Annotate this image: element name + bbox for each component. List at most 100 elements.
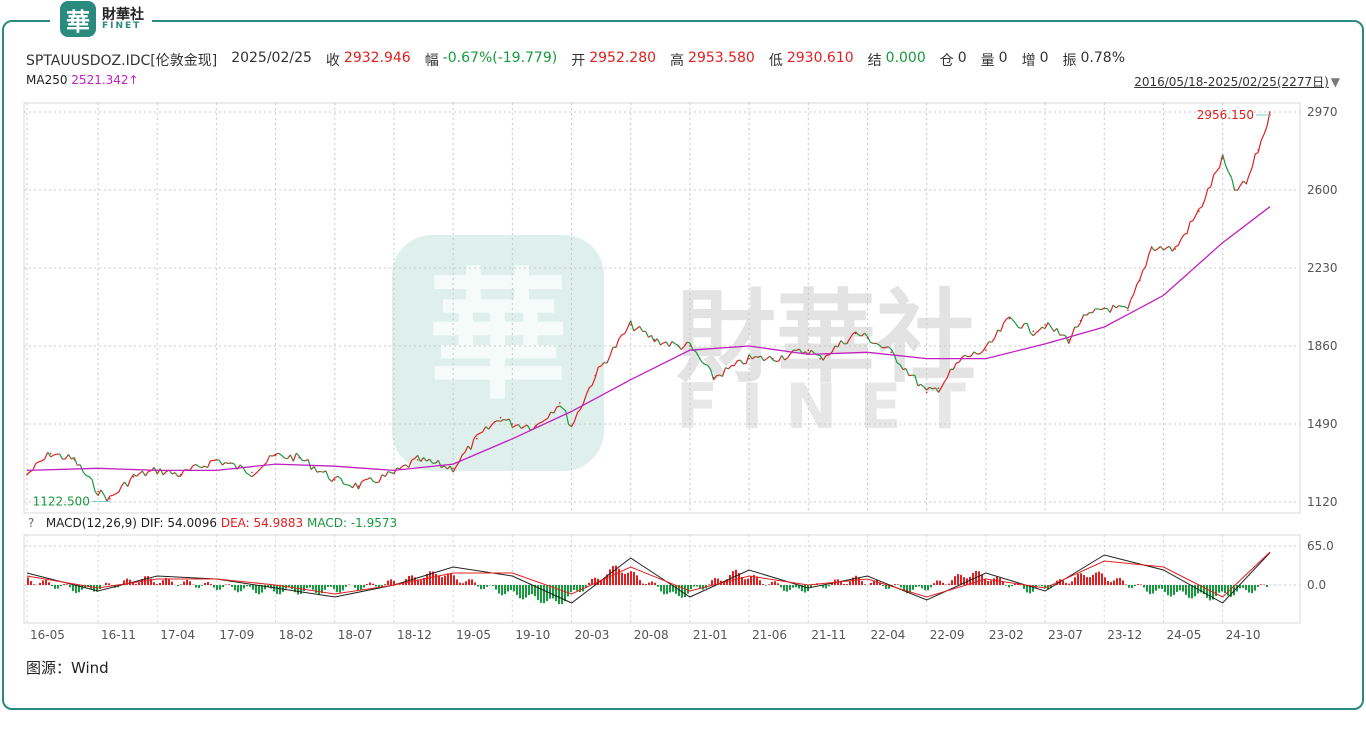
price-segment [38,460,42,463]
macd-panel [26,551,1271,605]
price-segment [225,461,229,465]
price-segment [1133,284,1138,295]
price-segment [144,471,149,477]
price-segment [218,460,223,466]
price-segment [1127,299,1132,309]
price-segment [618,334,623,340]
price-segment [1056,328,1061,336]
macd-y-tick-label: 65.0 [1307,539,1334,553]
price-segment [53,453,57,456]
price-segment [1047,322,1052,328]
price-segment [387,471,392,474]
price-segment [817,354,821,357]
macd-dea-line [26,551,1271,598]
price-segment [1020,323,1025,329]
x-tick-label: 24-10 [1226,628,1261,642]
price-segment [402,464,407,467]
price-segment [716,374,720,377]
x-tick-label: 20-08 [634,628,669,642]
price-point [97,490,99,493]
price-segment [621,333,626,336]
price-segment [278,452,282,456]
brand-logo: 華 財華社 FINET [50,0,152,38]
price-segment [1210,174,1215,187]
price-segment [206,460,212,468]
price-point [1079,319,1082,322]
price-segment [340,478,345,485]
ma250-line [26,206,1271,472]
price-segment [1115,305,1120,309]
x-tick-label: 24-05 [1166,628,1201,642]
price-segment [1239,180,1244,186]
price-point [511,423,514,425]
price-segment [1139,270,1144,281]
price-segment [885,346,889,349]
price-segment [665,341,670,347]
price-segment [112,493,117,496]
price-segment [248,474,253,478]
help-icon[interactable]: ? [28,516,42,530]
price-point [1008,317,1011,320]
price-point [333,479,336,481]
price-series [26,111,1271,502]
price-segment [1248,167,1253,175]
price-segment [59,453,64,460]
brand-name-cn: 財華社 [102,6,144,23]
price-point [712,376,715,379]
price-segment [257,467,262,472]
y-tick-label: 1120 [1307,495,1338,509]
price-segment [1080,314,1085,323]
price-segment [645,331,650,338]
price-segment [1112,304,1117,309]
price-point [854,332,857,335]
price-segment [376,481,380,484]
x-tick-label: 16-05 [30,628,65,642]
macd-params: MACD(12,26,9) [45,516,137,530]
price-segment [50,454,54,458]
price-point [1233,189,1236,191]
price-segment [1154,248,1158,252]
price-segment [396,467,401,470]
price-segment [174,472,179,477]
macd-legend: ? MACD(12,26,9) DIF: 54.0096 DEA: 54.988… [28,516,397,530]
price-segment [497,420,501,422]
x-tick-label: 22-09 [930,628,965,642]
price-point [772,357,774,360]
price-segment [310,466,315,470]
x-tick-label: 18-12 [397,628,432,642]
x-tick-label: 18-02 [279,628,314,642]
price-segment [1145,254,1150,267]
x-tick-label: 23-07 [1048,628,1083,642]
y-tick-label: 2600 [1307,183,1338,197]
price-point [1174,248,1177,250]
y-tick-label: 2230 [1307,261,1338,275]
price-point [215,459,218,461]
price-segment [298,456,303,461]
price-segment [44,452,49,460]
price-segment [41,458,46,462]
price-point [1138,279,1141,282]
x-tick-label: 17-09 [219,628,254,642]
price-segment [1077,322,1082,328]
grid [23,102,1301,624]
price-segment [994,329,999,339]
price-segment [198,465,202,469]
price-point [180,473,182,476]
price-point [452,467,454,470]
price-segment [195,463,199,467]
price-segment [1032,332,1037,337]
price-segment [968,355,972,358]
x-tick-label: 21-11 [811,628,846,642]
price-point [393,472,395,475]
price-segment [103,494,108,502]
price-segment [991,337,996,343]
price-segment [1012,319,1016,324]
price-segment [159,468,164,476]
price-chart: 華 財華社 FINET 1120149018602230260029700.06… [23,102,1338,642]
price-segment [201,465,205,469]
y-tick-label: 1860 [1307,339,1338,353]
x-tick-label: 23-12 [1107,628,1142,642]
price-point [1032,330,1035,333]
price-segment [302,459,306,462]
brand-badge-icon: 華 [60,1,96,37]
